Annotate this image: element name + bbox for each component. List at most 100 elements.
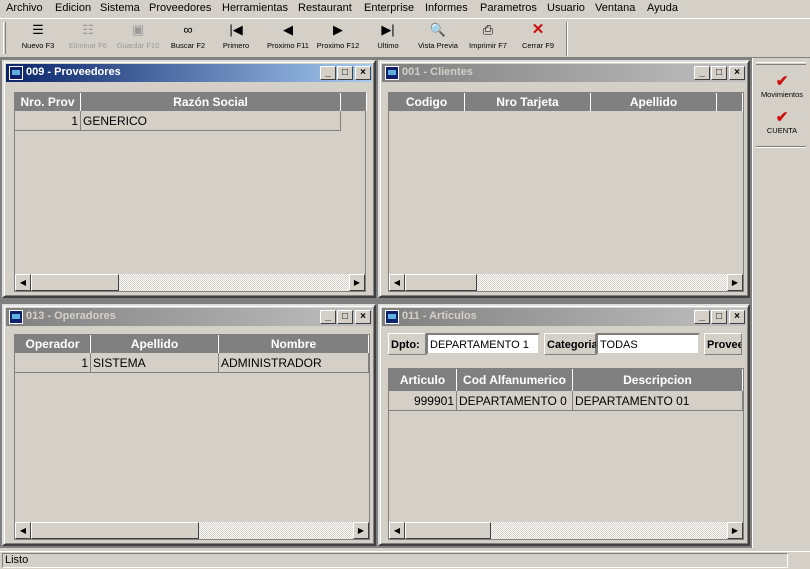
panel-divider: [756, 146, 806, 148]
mdi-client-area: 009 - Proveedores _ □ × Nro. Prov Razón …: [0, 58, 752, 548]
table-cell[interactable]: DEPARTAMENTO 01: [573, 391, 743, 411]
column-header-filler: [341, 93, 367, 111]
menu-ventana[interactable]: Ventana: [595, 2, 635, 14]
toolbar: ☰ Nuevo F3 ☷ Eliminar F6 ▣ Guardar F10 ∞…: [0, 18, 810, 58]
save-button[interactable]: ▣ Guardar F10: [113, 21, 163, 57]
column-header[interactable]: Apellido: [91, 335, 219, 353]
menu-ayuda[interactable]: Ayuda: [647, 2, 678, 14]
scroll-thumb[interactable]: [31, 274, 119, 291]
scroll-right-icon[interactable]: ▶: [349, 274, 365, 291]
menu-restaurant[interactable]: Restaurant: [298, 2, 352, 14]
column-header[interactable]: Operador: [15, 335, 91, 353]
scroll-left-icon[interactable]: ◀: [15, 274, 31, 291]
scroll-left-icon[interactable]: ◀: [15, 522, 31, 539]
previous-icon: ◀: [283, 22, 293, 37]
column-header[interactable]: Codigo: [389, 93, 465, 111]
column-header[interactable]: Nombre: [219, 335, 369, 353]
scroll-right-icon[interactable]: ▶: [353, 522, 369, 539]
window-titlebar[interactable]: 013 - Operadores _ □ ×: [6, 308, 372, 326]
menu-herramientas[interactable]: Herramientas: [222, 2, 288, 14]
maximize-button[interactable]: □: [337, 310, 353, 324]
window-clientes: 001 - Clientes _ □ × Codigo Nro Tarjeta …: [378, 60, 750, 298]
toolbar-grip[interactable]: [3, 22, 6, 54]
window-title: 011 - Articulos: [402, 310, 477, 322]
menu-archivo[interactable]: Archivo: [6, 2, 43, 14]
menu-sistema[interactable]: Sistema: [100, 2, 140, 14]
horizontal-scrollbar[interactable]: ◀ ▶: [389, 522, 743, 539]
table-cell[interactable]: SISTEMA: [91, 353, 219, 373]
previous-button[interactable]: ◀ Proximo F11: [263, 21, 313, 57]
first-button[interactable]: |◀ Primero: [214, 21, 258, 57]
horizontal-scrollbar[interactable]: ◀ ▶: [15, 522, 369, 539]
next-icon: ▶: [333, 22, 343, 37]
table-cell[interactable]: 1: [15, 353, 91, 373]
table-cell[interactable]: DEPARTAMENTO 0: [457, 391, 573, 411]
horizontal-scrollbar[interactable]: ◀ ▶: [389, 274, 743, 291]
table-cell[interactable]: 999901: [389, 391, 457, 411]
menu-informes[interactable]: Informes: [425, 2, 468, 14]
menu-usuario[interactable]: Usuario: [547, 2, 585, 14]
menu-edicion[interactable]: Edicion: [55, 2, 91, 14]
first-icon: |◀: [229, 22, 243, 37]
next-button[interactable]: ▶ Proximo F12: [313, 21, 363, 57]
checkmark-icon: ✔: [775, 73, 789, 90]
printer-icon: ⎙: [482, 22, 494, 37]
checkmark-icon: ✔: [775, 109, 789, 126]
scroll-thumb[interactable]: [31, 522, 199, 539]
new-button[interactable]: ☰ Nuevo F3: [14, 21, 62, 57]
window-titlebar[interactable]: 009 - Proveedores _ □ ×: [6, 64, 372, 82]
minimize-button[interactable]: _: [320, 310, 336, 324]
search-button[interactable]: ∞ Buscar F2: [165, 21, 211, 57]
menu-proveedores[interactable]: Proveedores: [149, 2, 211, 14]
status-text: Listo: [2, 553, 788, 568]
proveedores-grid[interactable]: Nro. Prov Razón Social 1 GENERICO ◀ ▶: [14, 92, 367, 292]
dpto-field[interactable]: DEPARTAMENTO 1: [426, 333, 540, 355]
table-cell[interactable]: ADMINISTRADOR: [219, 353, 369, 373]
close-window-button[interactable]: ×: [729, 66, 745, 80]
minimize-button[interactable]: _: [320, 66, 336, 80]
print-button[interactable]: ⎙ Imprimir F7: [464, 21, 512, 57]
window-titlebar[interactable]: 001 - Clientes _ □ ×: [382, 64, 746, 82]
minimize-button[interactable]: _: [694, 66, 710, 80]
window-proveedores: 009 - Proveedores _ □ × Nro. Prov Razón …: [2, 60, 376, 298]
scroll-thumb[interactable]: [405, 274, 477, 291]
close-window-button[interactable]: ×: [729, 310, 745, 324]
column-header[interactable]: Articulo: [389, 369, 457, 391]
minimize-button[interactable]: _: [694, 310, 710, 324]
app-icon: [9, 66, 23, 80]
scroll-left-icon[interactable]: ◀: [389, 522, 405, 539]
scroll-thumb[interactable]: [405, 522, 491, 539]
maximize-button[interactable]: □: [337, 66, 353, 80]
window-titlebar[interactable]: 011 - Articulos _ □ ×: [382, 308, 746, 326]
scroll-left-icon[interactable]: ◀: [389, 274, 405, 291]
scroll-right-icon[interactable]: ▶: [727, 522, 743, 539]
menu-parametros[interactable]: Parametros: [480, 2, 537, 14]
column-header[interactable]: Razón Social: [81, 93, 341, 111]
last-button[interactable]: ▶| Ultimo: [368, 21, 408, 57]
horizontal-scrollbar[interactable]: ◀ ▶: [15, 274, 365, 291]
operadores-grid[interactable]: Operador Apellido Nombre 1 SISTEMA ADMIN…: [14, 334, 370, 540]
close-window-button[interactable]: ×: [355, 66, 371, 80]
delete-button[interactable]: ☷ Eliminar F6: [64, 21, 112, 57]
close-button[interactable]: ✕ Cerrar F9: [514, 21, 562, 57]
scroll-right-icon[interactable]: ▶: [727, 274, 743, 291]
table-cell[interactable]: 1: [15, 111, 81, 131]
menu-enterprise[interactable]: Enterprise: [364, 2, 414, 14]
column-header[interactable]: Cod Alfanumerico: [457, 369, 573, 391]
close-window-button[interactable]: ×: [355, 310, 371, 324]
maximize-button[interactable]: □: [711, 66, 727, 80]
column-header[interactable]: Nro. Prov: [15, 93, 81, 111]
column-header[interactable]: Nro Tarjeta: [465, 93, 591, 111]
cuenta-button[interactable]: ✔ CUENTA: [755, 110, 809, 136]
articulos-grid[interactable]: Articulo Cod Alfanumerico Descripcion 99…: [388, 368, 744, 540]
movimientos-button[interactable]: ✔ Movimientos: [755, 74, 809, 100]
column-header[interactable]: Descripcion: [573, 369, 743, 391]
clientes-grid[interactable]: Codigo Nro Tarjeta Apellido ◀ ▶: [388, 92, 744, 292]
column-header[interactable]: Apellido: [591, 93, 717, 111]
preview-button[interactable]: 🔍 Vista Previa: [414, 21, 462, 57]
status-bar: Listo: [0, 551, 810, 569]
categoria-field[interactable]: TODAS: [596, 333, 700, 355]
maximize-button[interactable]: □: [711, 310, 727, 324]
window-title: 009 - Proveedores: [26, 66, 121, 78]
table-cell[interactable]: GENERICO: [81, 111, 341, 131]
